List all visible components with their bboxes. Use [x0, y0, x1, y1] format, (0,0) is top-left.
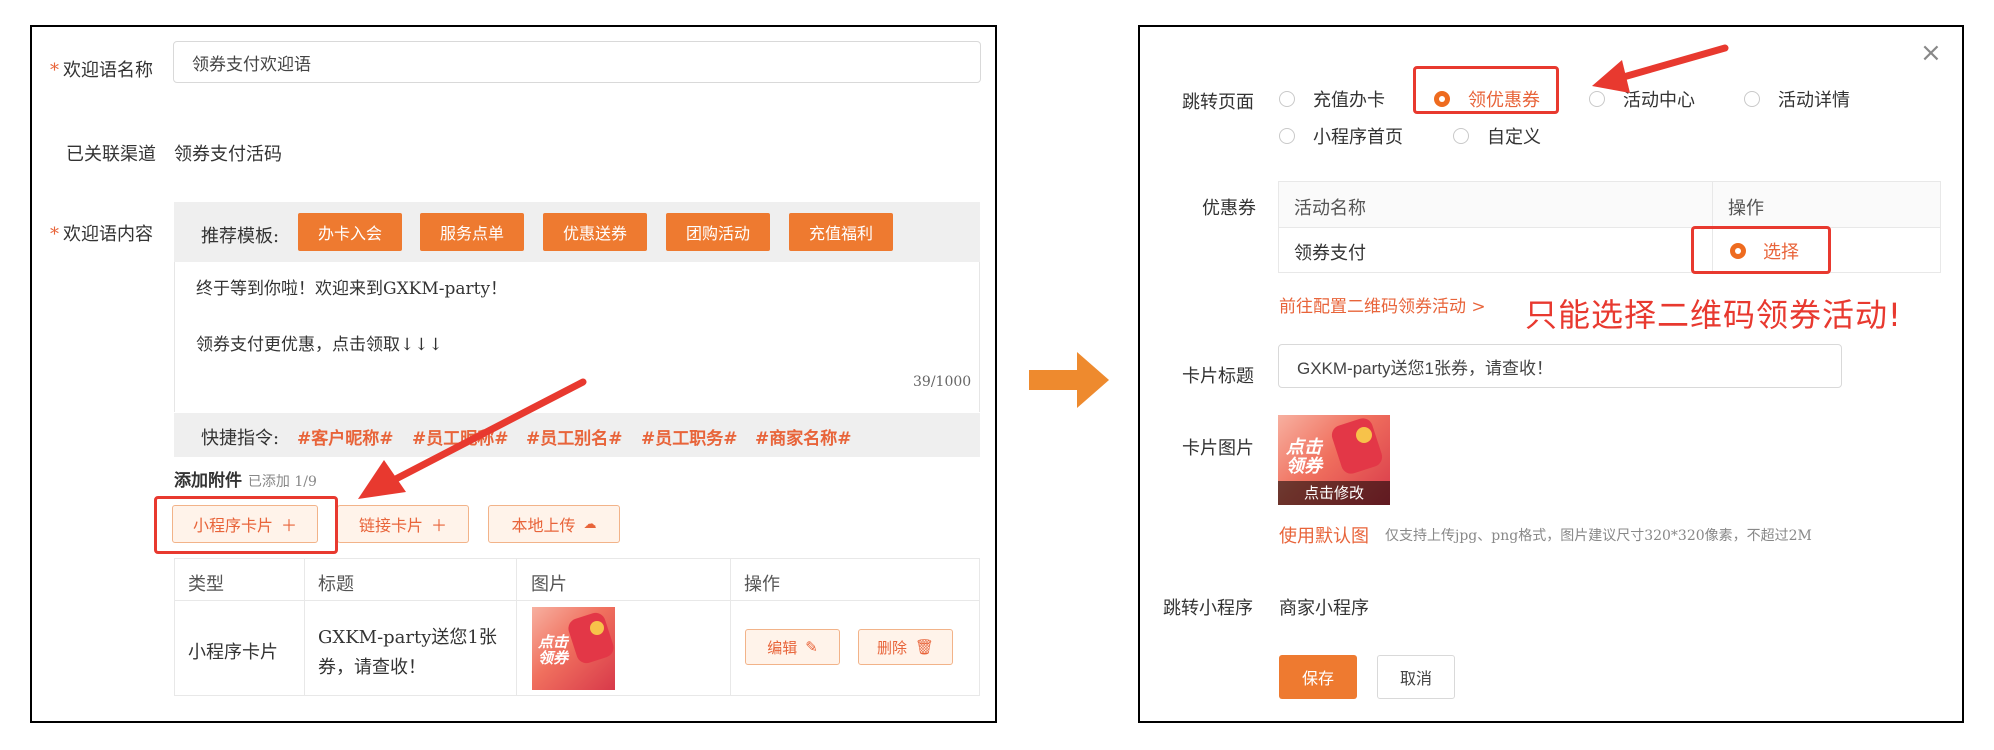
table-header-divider — [174, 600, 980, 601]
welcome-name-input[interactable]: 领券支付欢迎语 — [173, 41, 981, 83]
table-col-divider — [730, 558, 731, 696]
highlight-get-coupon — [1413, 66, 1559, 114]
radio-mini-program-home[interactable] — [1279, 128, 1295, 144]
card-title-label: 卡片标题 — [1182, 366, 1254, 387]
card-image-label: 卡片图片 — [1182, 438, 1254, 459]
card-image-upload[interactable]: 点击 领券 点击修改 — [1278, 415, 1390, 505]
image-upload-hint: 仅支持上传jpg、png格式，图片建议尺寸320*320像素，不超过2M — [1385, 528, 1812, 544]
highlight-mini-program-button — [154, 496, 338, 554]
local-upload-button[interactable]: 本地上传 ☁ — [488, 505, 620, 543]
annotation-arrow-right — [1592, 44, 1729, 93]
coupon-header-action: 操作 — [1728, 198, 1764, 219]
coupon-label: 优惠券 — [1202, 198, 1256, 219]
config-coupon-link[interactable]: 前往配置二维码领券活动 > — [1279, 292, 1486, 317]
table-header-title: 标题 — [318, 574, 354, 595]
coupon-row-name: 领券支付 — [1294, 243, 1366, 264]
table-col-divider — [516, 558, 517, 696]
template-button-order[interactable]: 服务点单 — [420, 213, 524, 251]
save-button[interactable]: 保存 — [1279, 655, 1357, 699]
table-header-action: 操作 — [744, 574, 780, 595]
attach-label: 添加附件 已添加 1/9 — [174, 471, 317, 491]
row-card-image: 点击 领券 — [532, 607, 615, 690]
shortcut-label: 快捷指令: — [201, 428, 280, 449]
row-title-line-2: 券，请查收！ — [318, 657, 426, 678]
coupon-table-divider — [1278, 227, 1941, 228]
add-link-card-button[interactable]: 链接卡片＋ — [337, 505, 469, 543]
option-recharge-card[interactable]: 充值办卡 — [1313, 86, 1385, 112]
plus-icon: ＋ — [431, 516, 448, 535]
coupon-table-header-bg — [1279, 182, 1940, 227]
radio-recharge-card[interactable] — [1279, 91, 1295, 107]
use-default-image-link[interactable]: 使用默认图 — [1279, 522, 1369, 548]
char-count: 39/1000 — [913, 374, 972, 390]
shortcut-staff-title[interactable]: #员工职务# — [641, 424, 738, 449]
card-title-input[interactable]: GXKM-party送您1张券，请查收！ — [1278, 344, 1842, 388]
jump-page-label: 跳转页面 — [1182, 92, 1254, 113]
mini-program-label: 跳转小程序 — [1163, 598, 1253, 619]
template-button-coupon[interactable]: 优惠送券 — [543, 213, 647, 251]
message-line-1: 终于等到你啦！欢迎来到GXKM-party！ — [196, 279, 508, 299]
shortcut-merchant-name[interactable]: #商家名称# — [755, 424, 852, 449]
close-icon[interactable]: × — [1920, 38, 1942, 68]
table-header-image: 图片 — [531, 574, 567, 595]
highlight-coupon-select — [1691, 226, 1831, 274]
template-label: 推荐模板: — [201, 226, 280, 247]
option-activity-detail[interactable]: 活动详情 — [1778, 86, 1850, 112]
trash-icon: 🗑 — [914, 638, 935, 656]
row-edit-button[interactable]: 编辑 ✎ — [745, 629, 840, 665]
channel-label: 已关联渠道 — [66, 144, 156, 165]
welcome-content-label: * 欢迎语内容 — [50, 224, 153, 245]
coupon-header-name: 活动名称 — [1294, 198, 1366, 219]
annotation-text: 只能选择二维码领券活动! — [1525, 296, 1902, 334]
annotation-arrow-left — [358, 378, 587, 499]
card-image-overlay[interactable]: 点击修改 — [1278, 481, 1390, 505]
template-button-recharge[interactable]: 充值福利 — [789, 213, 893, 251]
option-custom[interactable]: 自定义 — [1487, 123, 1541, 149]
table-header-type: 类型 — [188, 574, 224, 595]
template-button-card[interactable]: 办卡入会 — [298, 213, 402, 251]
cancel-button[interactable]: 取消 — [1377, 655, 1455, 699]
flow-arrow-right — [1029, 352, 1109, 408]
option-mini-program-home[interactable]: 小程序首页 — [1313, 123, 1403, 149]
channel-value: 领券支付活码 — [174, 144, 282, 165]
mini-program-value: 商家小程序 — [1279, 598, 1369, 619]
radio-activity-detail[interactable] — [1744, 91, 1760, 107]
message-line-2: 领券支付更优惠，点击领取↓↓↓ — [196, 335, 443, 355]
cloud-upload-icon: ☁ — [583, 516, 597, 532]
welcome-name-label: * 欢迎语名称 — [50, 60, 153, 81]
row-title-line-1: GXKM-party送您1张 — [318, 627, 497, 648]
row-type: 小程序卡片 — [188, 642, 278, 663]
edit-icon: ✎ — [805, 638, 818, 656]
template-button-group[interactable]: 团购活动 — [666, 213, 770, 251]
table-col-divider — [304, 558, 305, 696]
radio-custom[interactable] — [1453, 128, 1469, 144]
row-delete-button[interactable]: 删除 🗑 — [858, 629, 953, 665]
